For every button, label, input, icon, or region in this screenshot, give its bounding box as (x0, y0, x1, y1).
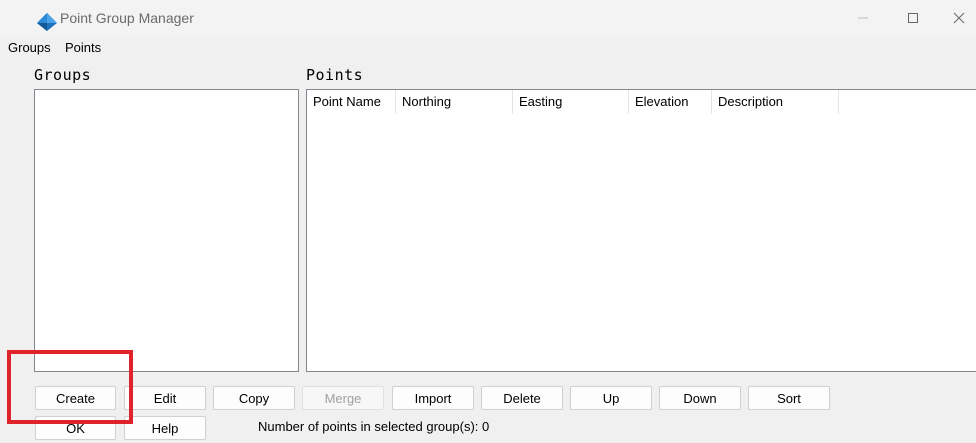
maximize-icon (908, 13, 918, 23)
survey-pyramid-icon (37, 13, 57, 31)
close-button[interactable] (936, 4, 976, 32)
column-header-northing[interactable]: Northing (396, 90, 513, 114)
delete-button[interactable]: Delete (481, 386, 563, 410)
ok-button[interactable]: OK (35, 416, 116, 440)
edit-button[interactable]: Edit (124, 386, 206, 410)
window-title: Point Group Manager (60, 10, 194, 26)
points-label: Points (306, 66, 364, 84)
copy-button[interactable]: Copy (213, 386, 295, 410)
points-count-status: Number of points in selected group(s): 0 (258, 419, 490, 434)
maximize-button[interactable] (890, 4, 936, 32)
create-button[interactable]: Create (35, 386, 116, 410)
column-header-elevation[interactable]: Elevation (629, 90, 712, 114)
groups-list[interactable] (34, 89, 299, 372)
sort-button[interactable]: Sort (748, 386, 830, 410)
menu-groups[interactable]: Groups (8, 40, 51, 55)
column-header-description[interactable]: Description (712, 90, 839, 114)
menu-bar: Groups Points (0, 38, 976, 58)
minimize-icon (858, 17, 868, 19)
import-button[interactable]: Import (392, 386, 474, 410)
merge-button: Merge (302, 386, 384, 410)
close-icon (953, 12, 965, 24)
down-button[interactable]: Down (659, 386, 741, 410)
help-button[interactable]: Help (124, 416, 206, 440)
groups-label: Groups (34, 66, 92, 84)
menu-points[interactable]: Points (65, 40, 101, 55)
points-list[interactable]: Point Name Northing Easting Elevation De… (306, 89, 976, 372)
minimize-button[interactable] (840, 4, 886, 32)
column-header-point-name[interactable]: Point Name (307, 90, 396, 114)
title-bar: Point Group Manager (0, 0, 976, 36)
column-header-easting[interactable]: Easting (513, 90, 629, 114)
up-button[interactable]: Up (570, 386, 652, 410)
